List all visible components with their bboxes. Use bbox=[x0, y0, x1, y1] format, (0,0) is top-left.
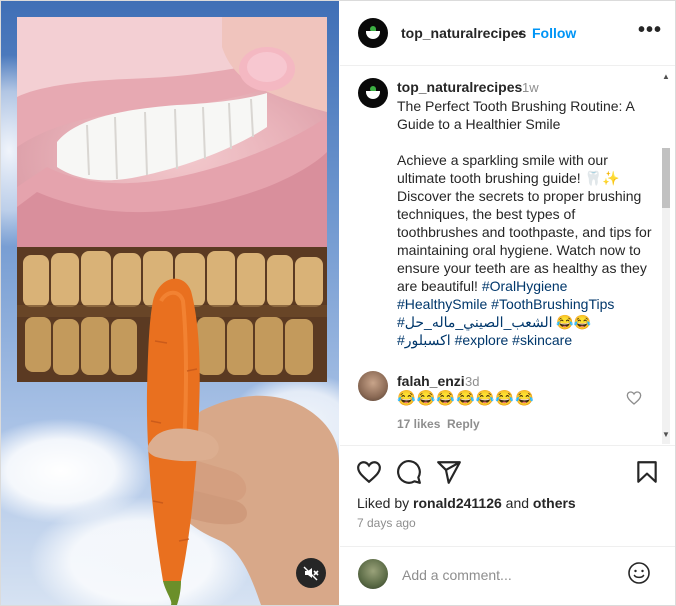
scroll-down-arrow-icon[interactable]: ▼ bbox=[662, 430, 670, 439]
logo-bowl-icon bbox=[366, 91, 380, 99]
comment-icon[interactable] bbox=[396, 459, 422, 485]
hashtags-line-2[interactable]: #الشعب_الصيني_ماله_حل 😂😂 bbox=[397, 314, 591, 330]
emoji-icon[interactable] bbox=[627, 561, 651, 585]
header-separator: • bbox=[518, 25, 523, 41]
add-comment-input[interactable] bbox=[400, 562, 614, 588]
scroll-up-arrow-icon[interactable]: ▲ bbox=[662, 72, 670, 81]
caption-title: The Perfect Tooth Brushing Routine: A Gu… bbox=[397, 98, 639, 132]
follow-button[interactable]: Follow bbox=[532, 25, 576, 41]
volume-muted-icon bbox=[303, 566, 319, 581]
post-media[interactable] bbox=[1, 1, 339, 605]
more-horizontal-icon[interactable]: ••• bbox=[638, 20, 661, 41]
post-date[interactable]: 7 days ago bbox=[357, 516, 416, 530]
comment-timestamp[interactable]: 3d bbox=[465, 374, 479, 389]
current-user-avatar bbox=[358, 559, 388, 589]
add-comment-bar bbox=[340, 546, 675, 605]
carrot-hand-illustration bbox=[146, 278, 339, 605]
comments-section[interactable]: top_naturalrecipes 1w The Perfect Tooth … bbox=[340, 66, 675, 444]
author-avatar[interactable] bbox=[358, 18, 388, 48]
post-side-panel: top_naturalrecipes • Follow ••• top_natu… bbox=[340, 1, 675, 605]
post-dialog: top_naturalrecipes • Follow ••• top_natu… bbox=[0, 0, 676, 606]
caption-username-link[interactable]: top_naturalrecipes bbox=[397, 79, 522, 95]
comment-like-heart-icon[interactable] bbox=[626, 390, 642, 406]
liked-by-user-link[interactable]: ronald241126 bbox=[413, 495, 502, 511]
liked-by-others-link[interactable]: others bbox=[533, 495, 576, 511]
logo-bowl-icon bbox=[366, 31, 380, 39]
liked-by-prefix: Liked by bbox=[357, 495, 410, 511]
caption-timestamp[interactable]: 1w bbox=[522, 80, 539, 95]
commenter-avatar[interactable] bbox=[358, 371, 388, 401]
author-username-link[interactable]: top_naturalrecipes bbox=[401, 25, 526, 41]
heart-icon[interactable] bbox=[356, 459, 382, 485]
comment-text: 😂😂😂😂😂😂😂 bbox=[397, 390, 535, 407]
mute-toggle-button[interactable] bbox=[296, 558, 326, 588]
liked-by-text: Liked by ronald241126 and others bbox=[357, 495, 576, 511]
share-icon[interactable] bbox=[436, 459, 462, 485]
post-header: top_naturalrecipes • Follow ••• bbox=[340, 1, 675, 66]
commenter-username-link[interactable]: falah_enzi bbox=[397, 373, 465, 389]
post-actions: Liked by ronald241126 and others 7 days … bbox=[340, 445, 675, 546]
scrollbar-thumb[interactable] bbox=[662, 148, 670, 208]
caption-body: Achieve a sparkling smile with our ultim… bbox=[397, 152, 656, 294]
hashtags-line-3[interactable]: #اكسبلور #explore #skincare bbox=[397, 332, 572, 348]
caption-author-avatar[interactable] bbox=[358, 78, 388, 108]
bookmark-icon[interactable] bbox=[634, 459, 660, 485]
comment-reply-button[interactable]: Reply bbox=[447, 417, 480, 431]
caption-text: The Perfect Tooth Brushing Routine: A Gu… bbox=[397, 97, 655, 349]
liked-by-and: and bbox=[505, 495, 530, 511]
comment-likes-count[interactable]: 17 likes bbox=[397, 417, 440, 431]
